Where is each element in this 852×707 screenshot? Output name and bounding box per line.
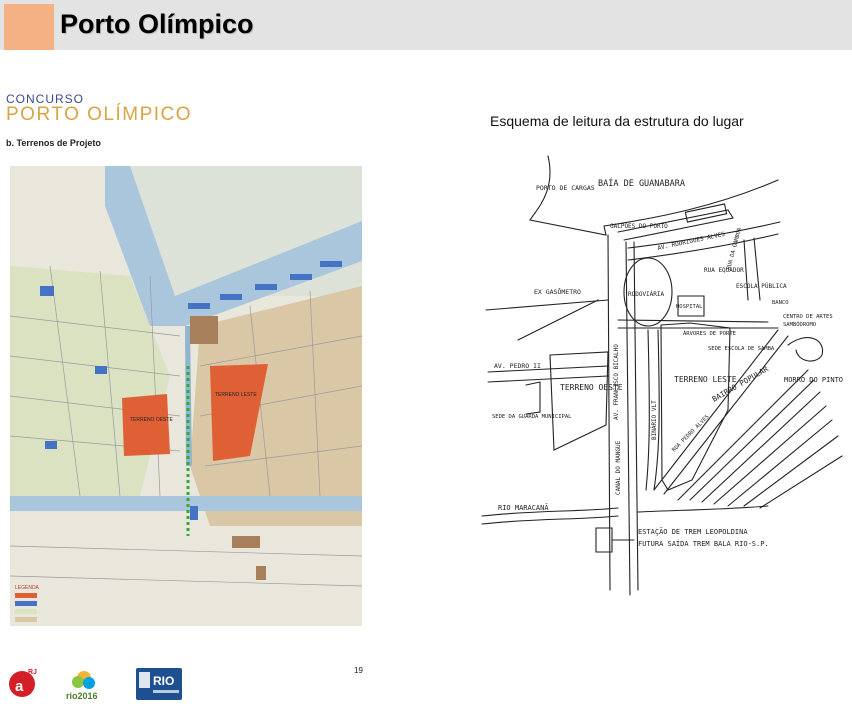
rio-prefeitura-logo: RIO bbox=[136, 668, 182, 700]
sketch-label-francisco-bicalho: AV. FRANCISCO BICALHO bbox=[613, 344, 620, 420]
map-label-terreno-leste: TERRENO LESTE bbox=[215, 392, 257, 398]
sketch-label-terreno-leste: TERRENO LESTE bbox=[674, 375, 737, 384]
svg-text:a: a bbox=[15, 678, 24, 695]
sketch-label-gasometro: EX GASÔMETRO bbox=[534, 287, 581, 296]
title-bar: Porto Olímpico bbox=[0, 0, 852, 50]
map-label-terreno-oeste: TERRENO OESTE bbox=[130, 417, 173, 423]
sketch-label-rodoviaria: RODOVIÁRIA bbox=[628, 291, 665, 298]
document-subheading: b. Terrenos de Projeto bbox=[6, 138, 101, 148]
sketch-label-escola: ESCOLA PÚBLICA bbox=[736, 283, 787, 290]
sketch-label-morro: MORRO DO PINTO bbox=[784, 376, 843, 384]
sketch-label-sede-escola: SEDE ESCOLA DE SAMBA bbox=[708, 346, 775, 352]
sketch-label-rua-pedro-alves: RUA PEDRO ALVES bbox=[671, 414, 710, 453]
sketch-label-arvores: ÁRVORES DE PORTE bbox=[683, 330, 736, 337]
sketch-label-baia: BAÍA DE GUANABARA bbox=[598, 177, 685, 189]
sketch-label-hospital: HOSPITAL bbox=[676, 304, 703, 310]
svg-text:RJ: RJ bbox=[28, 669, 37, 676]
sketch-label-banco: BANCO bbox=[772, 300, 789, 306]
sketch-label-sede-guarda: SEDE DA GUARDA MUNICIPAL bbox=[492, 414, 572, 420]
ri-logo: a RJ bbox=[9, 669, 37, 697]
title-accent bbox=[4, 4, 54, 50]
map-legend-title: LEGENDA bbox=[15, 585, 40, 591]
rio2016-logo: rio2016 bbox=[66, 671, 98, 701]
sketch-label-pedro-ii: AV. PEDRO II bbox=[494, 362, 541, 370]
sketch-label-porto-cargas: PORTO DE CARGAS bbox=[536, 184, 595, 192]
sketch-label-rio-maracana: RIO MARACANÃ bbox=[498, 503, 549, 512]
rio-wordmark: RIO bbox=[153, 674, 174, 688]
sketch-label-estacao-line1: ESTAÇÃO DE TREM LEOPOLDINA bbox=[638, 527, 748, 536]
rio2016-wordmark: rio2016 bbox=[66, 691, 98, 701]
sketch-label-centro-artes: CENTRO DE ARTES bbox=[783, 314, 833, 320]
sketch-label-rodrigues-alves: AV. RODRIGUES ALVES bbox=[657, 231, 726, 252]
sketch-label-galpoes: GALPÕES DO PORTO bbox=[610, 223, 668, 230]
page-number: 19 bbox=[354, 666, 363, 675]
sketch-label-rua-equador: RUA EQUADOR bbox=[704, 267, 744, 274]
competition-document: CONCURSO PORTO OLÍMPICO b. Terrenos de P… bbox=[0, 86, 375, 707]
sketch-label-binario: BINÁRIO VLT bbox=[651, 400, 658, 440]
sketch-label-canal: CANAL DO MANGUE bbox=[615, 440, 622, 495]
sketch-caption: Esquema de leitura da estrutura do lugar bbox=[490, 113, 744, 129]
sketch-label-sambodromo: SAMBÓDROMO bbox=[783, 321, 816, 328]
slide-title: Porto Olímpico bbox=[60, 9, 254, 39]
sketch-label-estacao-line2: FUTURA SAÍDA TREM BALA RIO-S.P. bbox=[638, 539, 769, 548]
site-reading-sketch: BAÍA DE GUANABARA PORTO DE CARGAS GALPÕE… bbox=[481, 155, 843, 596]
document-heading: PORTO OLÍMPICO bbox=[6, 104, 193, 125]
sketch-label-gamboa: RUA DA GAMBOA bbox=[726, 227, 743, 271]
site-map: TERRENO OESTE TERRENO LESTE LEGENDA bbox=[10, 166, 362, 626]
